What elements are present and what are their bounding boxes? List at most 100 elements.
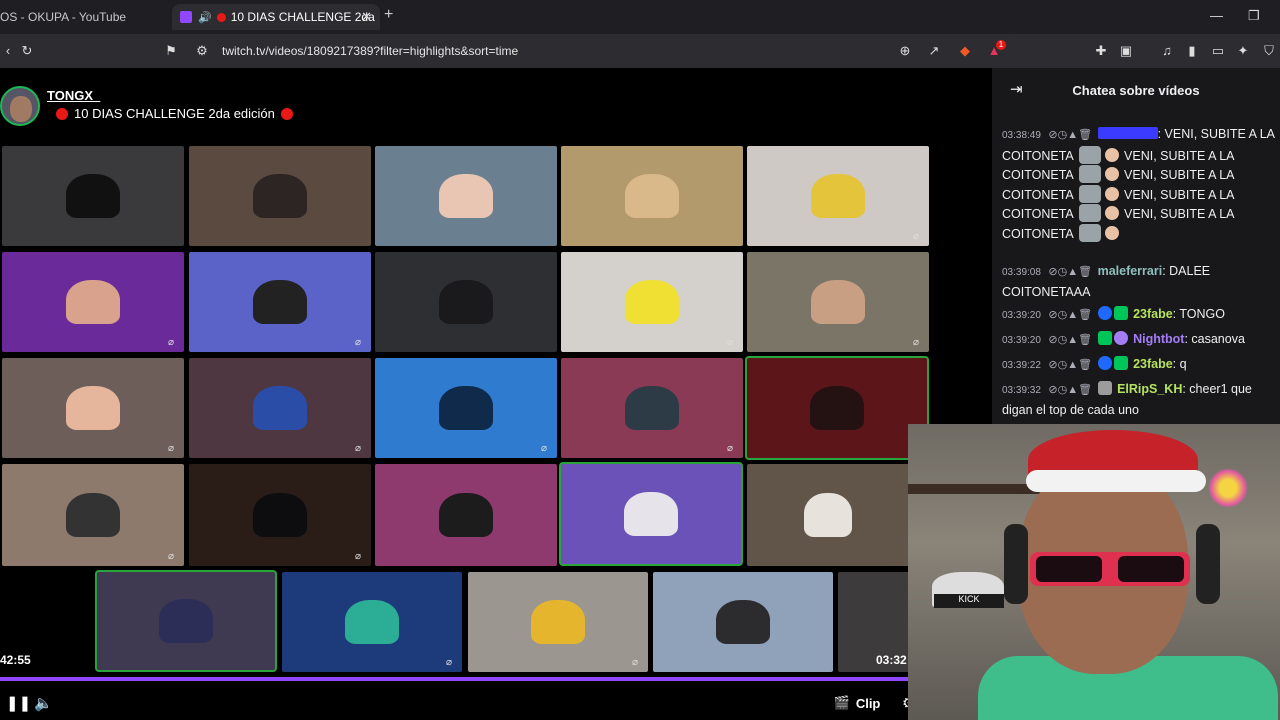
- mod-action-icons[interactable]: ⊘◷▲🗑: [1048, 334, 1092, 346]
- message-timestamp: 03:38:49: [1002, 130, 1041, 141]
- minimize-button[interactable]: —: [1210, 8, 1223, 23]
- share-icon[interactable]: ↗: [926, 43, 942, 59]
- message-username[interactable]: Nightbot: [1133, 332, 1184, 346]
- mod-action-icons[interactable]: ⊘◷▲🗑: [1048, 359, 1092, 371]
- progress-bar[interactable]: [0, 677, 992, 681]
- music-icon[interactable]: ♫: [1159, 43, 1175, 59]
- red-circle-icon: [280, 107, 293, 120]
- elapsed-time: 42:55: [0, 653, 31, 667]
- video-tile: ⌀: [2, 464, 184, 566]
- address-bar: ‹ ↻ ⚑ ⚙ twitch.tv/videos/1809217389?filt…: [0, 34, 1280, 68]
- bot-badge-icon: [1113, 331, 1128, 345]
- clip-button[interactable]: 🎬 Clip: [826, 690, 888, 716]
- channel-avatar[interactable]: [0, 86, 40, 126]
- mod-action-icons[interactable]: ⊘◷▲🗑: [1048, 384, 1092, 396]
- chat-message: 03:39:08 ⊘◷▲🗑 maleferrari: DALEE COITONE…: [1002, 262, 1278, 301]
- video-tile: [375, 252, 557, 352]
- check-badge-icon: [1097, 331, 1112, 345]
- recording-dot-icon: [216, 12, 226, 22]
- sidebar-icon[interactable]: ▮: [1184, 43, 1200, 59]
- mic-muted-icon: ⌀: [168, 551, 175, 562]
- video-tile: [375, 464, 557, 566]
- chat-header: Chatea sobre vídeos: [1072, 82, 1200, 98]
- tab-twitch[interactable]: 🔊 10 DIAS CHALLENGE 2da ✕: [172, 4, 380, 30]
- message-username[interactable]: 23fabe: [1133, 307, 1173, 321]
- mod-action-icons[interactable]: ⊘◷▲🗑: [1048, 129, 1092, 141]
- hand-emoji-icon: [1104, 225, 1119, 240]
- message-timestamp: 03:39:20: [1002, 310, 1041, 321]
- mic-muted-icon: ⌀: [727, 443, 734, 454]
- video-tile: ⌀: [747, 146, 929, 246]
- video-tile: [375, 146, 557, 246]
- browser-tab-bar: OS - OKUPA - YouTube 🔊 10 DIAS CHALLENGE…: [0, 0, 1280, 34]
- new-tab-button[interactable]: +: [384, 6, 393, 24]
- mic-muted-icon: ⌀: [168, 443, 175, 454]
- message-timestamp: 03:39:22: [1002, 360, 1041, 371]
- message-username[interactable]: ElRipS_KH: [1117, 382, 1182, 396]
- channel-name[interactable]: TONGX_: [47, 88, 100, 103]
- mic-muted-icon: ⌀: [168, 337, 175, 348]
- kick-cap-band: KICK: [934, 594, 1004, 608]
- video-tile: ⌀: [561, 252, 743, 352]
- twitch-icon: [180, 11, 192, 23]
- pink-glasses: [1030, 552, 1190, 586]
- bookmark-icon[interactable]: ⚑: [163, 43, 179, 59]
- clip-label: Clip: [855, 695, 881, 711]
- emote-icon: [1078, 184, 1101, 203]
- message-username[interactable]: maleferrari: [1098, 264, 1163, 278]
- url-field[interactable]: ⚙ twitch.tv/videos/1809217389?filter=hig…: [190, 39, 1020, 63]
- hand-emoji-icon: [1104, 167, 1119, 181]
- volume-button[interactable]: 🔈: [34, 694, 53, 712]
- message-timestamp: 03:39:32: [1002, 385, 1041, 396]
- video-tile: ⌀: [282, 572, 462, 672]
- mic-muted-icon: ⌀: [355, 551, 362, 562]
- streamer-webcam: KICK: [908, 424, 1280, 720]
- mic-muted-icon: ⌀: [632, 657, 639, 668]
- reload-icon[interactable]: ↻: [19, 43, 35, 59]
- video-tile: ⌀: [561, 358, 743, 458]
- vpn-icon[interactable]: ⛉: [1261, 43, 1277, 59]
- message-username[interactable]: [1097, 127, 1158, 139]
- speaker-icon: 🔊: [198, 11, 212, 24]
- emote-icon: [1078, 145, 1101, 164]
- clapperboard-icon: 🎬: [833, 695, 850, 710]
- tab-twitch-title: 10 DIAS CHALLENGE 2da: [230, 10, 375, 24]
- pause-button[interactable]: ❚❚: [6, 694, 31, 712]
- site-settings-icon[interactable]: ⚙: [194, 43, 210, 59]
- info-badge-icon: [1097, 356, 1112, 370]
- cheer-badge-icon: [1097, 381, 1112, 395]
- video-tile: ⌀: [747, 252, 929, 352]
- mic-muted-icon: ⌀: [355, 443, 362, 454]
- message-timestamp: 03:39:08: [1002, 267, 1041, 278]
- tab-youtube[interactable]: OS - OKUPA - YouTube: [0, 4, 170, 30]
- close-tab-icon[interactable]: ✕: [361, 9, 372, 25]
- extensions-icon[interactable]: ✚: [1093, 43, 1109, 59]
- santa-hat-band: [1026, 470, 1206, 492]
- screenshot-icon[interactable]: ▣: [1118, 43, 1134, 59]
- video-tile: ⌀: [189, 358, 371, 458]
- chat-message: 03:39:22 ⊘◷▲🗑 23fabe: q: [1002, 355, 1278, 376]
- video-tile: [189, 146, 371, 246]
- check-badge-icon: [1113, 306, 1128, 320]
- emote-icon: [1078, 165, 1101, 183]
- chat-message: 03:39:20 ⊘◷▲🗑 Nightbot: casanova: [1002, 330, 1278, 351]
- wallet-icon[interactable]: ▭: [1210, 43, 1226, 59]
- progress-fill: [0, 677, 913, 681]
- emote-icon: [1078, 204, 1101, 222]
- ai-icon[interactable]: ✦: [1235, 43, 1251, 59]
- zoom-icon[interactable]: ⊕: [897, 43, 913, 59]
- restore-button[interactable]: ❐: [1248, 8, 1260, 24]
- mic-muted-icon: ⌀: [446, 657, 453, 668]
- chat-message: 03:39:32 ⊘◷▲🗑 ElRipS_KH: cheer1 que diga…: [1002, 380, 1278, 419]
- message-username[interactable]: 23fabe: [1133, 357, 1173, 371]
- video-tile-highlighted: [561, 464, 741, 564]
- tab-youtube-title: OS - OKUPA - YouTube: [0, 10, 127, 24]
- stream-title: 10 DIAS CHALLENGE 2da edición: [50, 106, 299, 121]
- mod-action-icons[interactable]: ⊘◷▲🗑: [1048, 266, 1092, 278]
- red-circle-icon: [56, 107, 68, 120]
- message-text: : casanova: [1184, 332, 1245, 346]
- back-icon[interactable]: ‹: [0, 43, 16, 59]
- video-tile: ⌀: [375, 358, 557, 458]
- mod-action-icons[interactable]: ⊘◷▲🗑: [1048, 309, 1092, 321]
- brave-shield-icon[interactable]: ◆: [957, 43, 973, 59]
